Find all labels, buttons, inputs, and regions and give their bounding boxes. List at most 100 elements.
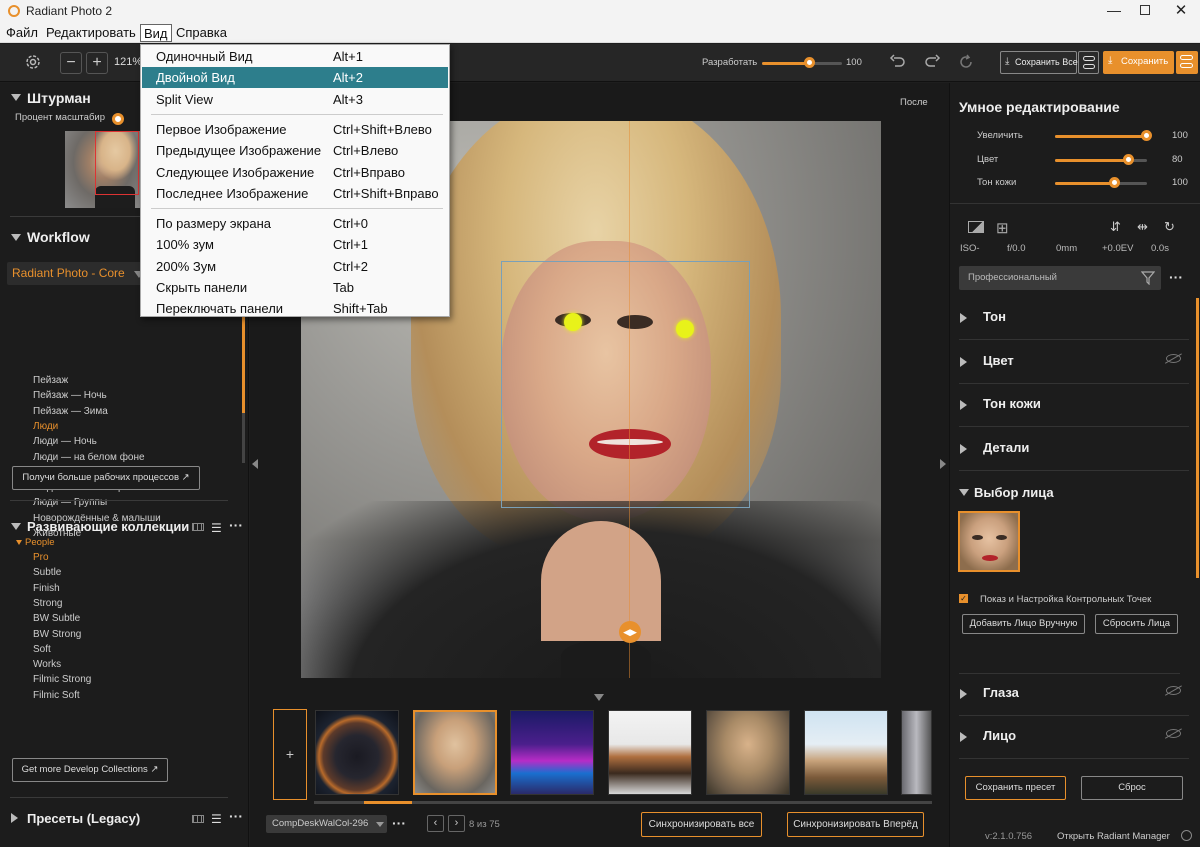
collapse-workflow-icon[interactable] xyxy=(11,234,21,241)
workflow-item[interactable]: Пейзаж xyxy=(33,375,68,386)
save-preset-button[interactable]: Сохранить пресет xyxy=(965,776,1066,800)
filmstrip-thumbnail[interactable] xyxy=(608,710,692,795)
sync-forward-button[interactable]: Синхронизировать Вперёд xyxy=(787,812,924,837)
view-menu-item[interactable]: 100% зум Ctrl+1 xyxy=(142,234,448,255)
develop-slider-knob[interactable] xyxy=(804,57,815,68)
save-button[interactable]: ⤓ Сохранить xyxy=(1103,51,1174,74)
collection-item[interactable]: Finish xyxy=(33,583,60,594)
collection-item[interactable]: Works xyxy=(33,659,61,670)
view-menu-item[interactable]: 200% Зум Ctrl+2 xyxy=(142,256,448,277)
zoom-out-button[interactable]: − xyxy=(60,52,82,74)
show-points-checkbox[interactable]: ✓ xyxy=(959,594,968,603)
reset-icon[interactable] xyxy=(958,54,974,70)
right-scrollbar[interactable] xyxy=(1196,298,1199,578)
mode-select[interactable]: Профессиональный xyxy=(959,266,1161,290)
add-face-button[interactable]: Добавить Лицо Вручную xyxy=(962,614,1085,634)
face-thumbnail[interactable] xyxy=(958,511,1020,572)
collection-item[interactable]: Strong xyxy=(33,598,62,609)
view-menu-item[interactable]: Переключать панели Shift+Tab xyxy=(142,298,448,319)
section-right-sections_bottom-1[interactable]: Лицо xyxy=(959,716,1189,759)
smart-slider-knob[interactable] xyxy=(1108,177,1120,188)
eye-hidden-icon[interactable] xyxy=(1164,685,1183,696)
collapse-navigator-icon[interactable] xyxy=(11,94,21,101)
save-all-button[interactable]: ⤓ Сохранить Все xyxy=(1000,51,1078,74)
collapse-face-icon[interactable] xyxy=(959,489,969,496)
view-menu-item[interactable]: Последнее Изображение Ctrl+Shift+Вправо xyxy=(142,183,448,204)
filmstrip-thumbnail[interactable] xyxy=(510,710,594,795)
rotate-icon[interactable]: ↻ xyxy=(1164,219,1175,235)
filmstrip-thumbnail[interactable] xyxy=(804,710,888,795)
image-icon[interactable] xyxy=(968,221,984,233)
view-menu-item[interactable]: Следующее Изображение Ctrl+Вправо xyxy=(142,162,448,183)
workflow-item[interactable]: Пейзаж — Зима xyxy=(33,406,108,417)
maximize-button[interactable] xyxy=(1140,5,1150,15)
workflow-select[interactable]: Radiant Photo - Core xyxy=(7,262,147,285)
prev-image-button[interactable]: ‹ xyxy=(427,815,444,832)
more-options-icon[interactable]: ··· xyxy=(392,815,406,831)
collapse-left-panel-icon[interactable] xyxy=(252,459,258,469)
eye-hidden-icon[interactable] xyxy=(1164,728,1183,739)
view-menu-item[interactable]: Двойной Вид Alt+2 xyxy=(142,67,448,89)
filmstrip-thumbnail[interactable] xyxy=(315,710,399,795)
save-all-options-toggle[interactable] xyxy=(1078,51,1099,74)
section-right-sections_bottom-0[interactable]: Глаза xyxy=(959,673,1189,716)
zoom-in-button[interactable]: + xyxy=(86,52,108,74)
section-right-sections-3[interactable]: Детали xyxy=(959,428,1189,471)
view-menu-item[interactable]: Предыдущее Изображение Ctrl+Влево xyxy=(142,140,448,161)
collection-item[interactable]: Filmic Strong xyxy=(33,674,91,685)
filmstrip-scroll-thumb[interactable] xyxy=(364,801,412,804)
collection-item[interactable]: Filmic Soft xyxy=(33,690,80,701)
split-divider-line[interactable] xyxy=(629,121,630,678)
menu-help[interactable]: Справка xyxy=(173,24,230,42)
view-menu-item[interactable]: Скрыть панели Tab xyxy=(142,277,448,298)
workflow-item[interactable]: Люди — Ночь xyxy=(33,436,97,447)
section-right-sections-0[interactable]: Тон xyxy=(959,297,1189,340)
flip-vertical-icon[interactable]: ⇵ xyxy=(1110,219,1121,235)
list-view-icon[interactable]: ☰ xyxy=(211,812,222,826)
collection-item[interactable]: Soft xyxy=(33,644,51,655)
window-resize-icon[interactable] xyxy=(1181,830,1192,841)
collapse-right-panel-icon[interactable] xyxy=(940,459,946,469)
save-options-toggle[interactable] xyxy=(1176,51,1198,74)
workflow-item[interactable]: Люди — на белом фоне xyxy=(33,452,145,463)
filmstrip-thumbnail[interactable] xyxy=(706,710,790,795)
more-options-icon[interactable]: ··· xyxy=(229,808,243,824)
next-image-button[interactable]: › xyxy=(448,815,465,832)
menu-view[interactable]: Вид xyxy=(140,24,172,42)
grid-view-icon[interactable] xyxy=(192,523,204,531)
collapse-collections-icon[interactable] xyxy=(11,523,21,530)
workflow-item[interactable]: Люди xyxy=(33,421,58,432)
smart-slider-knob[interactable] xyxy=(1141,130,1152,141)
section-right-sections-1[interactable]: Цвет xyxy=(959,341,1189,384)
collection-group-label[interactable]: People xyxy=(25,537,55,548)
navigator-zoom-knob[interactable] xyxy=(112,113,124,125)
close-button[interactable]: ✕ xyxy=(1172,1,1190,19)
split-divider-handle[interactable]: ◀▶ xyxy=(619,621,641,643)
collection-group-caret-icon[interactable] xyxy=(16,540,22,545)
filmstrip-thumbnail[interactable] xyxy=(413,710,497,795)
workflow-item[interactable]: Пейзаж — Ночь xyxy=(33,390,107,401)
smart-slider-knob[interactable] xyxy=(1122,153,1134,165)
get-more-collections-button[interactable]: Get more Develop Collections ↗ xyxy=(12,758,168,782)
view-menu-item[interactable]: Одиночный Вид Alt+1 xyxy=(142,46,448,67)
redo-icon[interactable] xyxy=(923,54,941,70)
more-options-icon[interactable]: ··· xyxy=(1169,269,1183,285)
reset-all-button[interactable]: Сброс xyxy=(1081,776,1183,800)
crop-icon[interactable]: ⊞ xyxy=(996,219,1009,237)
reset-faces-button[interactable]: Сбросить Лица xyxy=(1095,614,1178,634)
minimize-button[interactable]: — xyxy=(1105,2,1123,20)
eye-hidden-icon[interactable] xyxy=(1164,353,1183,364)
collection-item[interactable]: BW Subtle xyxy=(33,613,80,624)
collection-item[interactable]: BW Strong xyxy=(33,629,81,640)
undo-icon[interactable] xyxy=(889,54,907,70)
expand-presets-icon[interactable] xyxy=(11,813,18,823)
filmstrip-thumbnail[interactable] xyxy=(901,710,932,795)
view-menu-item[interactable]: Первое Изображение Ctrl+Shift+Влево xyxy=(142,119,448,140)
get-more-workflows-button[interactable]: Получи больше рабочих процессов ↗ xyxy=(12,466,200,490)
open-manager-link[interactable]: Открыть Radiant Manager xyxy=(1057,831,1170,842)
section-right-sections-2[interactable]: Тон кожи xyxy=(959,384,1189,427)
menu-file[interactable]: Файл xyxy=(3,24,41,42)
navigator-thumbnail[interactable] xyxy=(65,131,141,208)
menu-edit[interactable]: Редактировать xyxy=(43,24,139,42)
collection-item[interactable]: Subtle xyxy=(33,567,61,578)
